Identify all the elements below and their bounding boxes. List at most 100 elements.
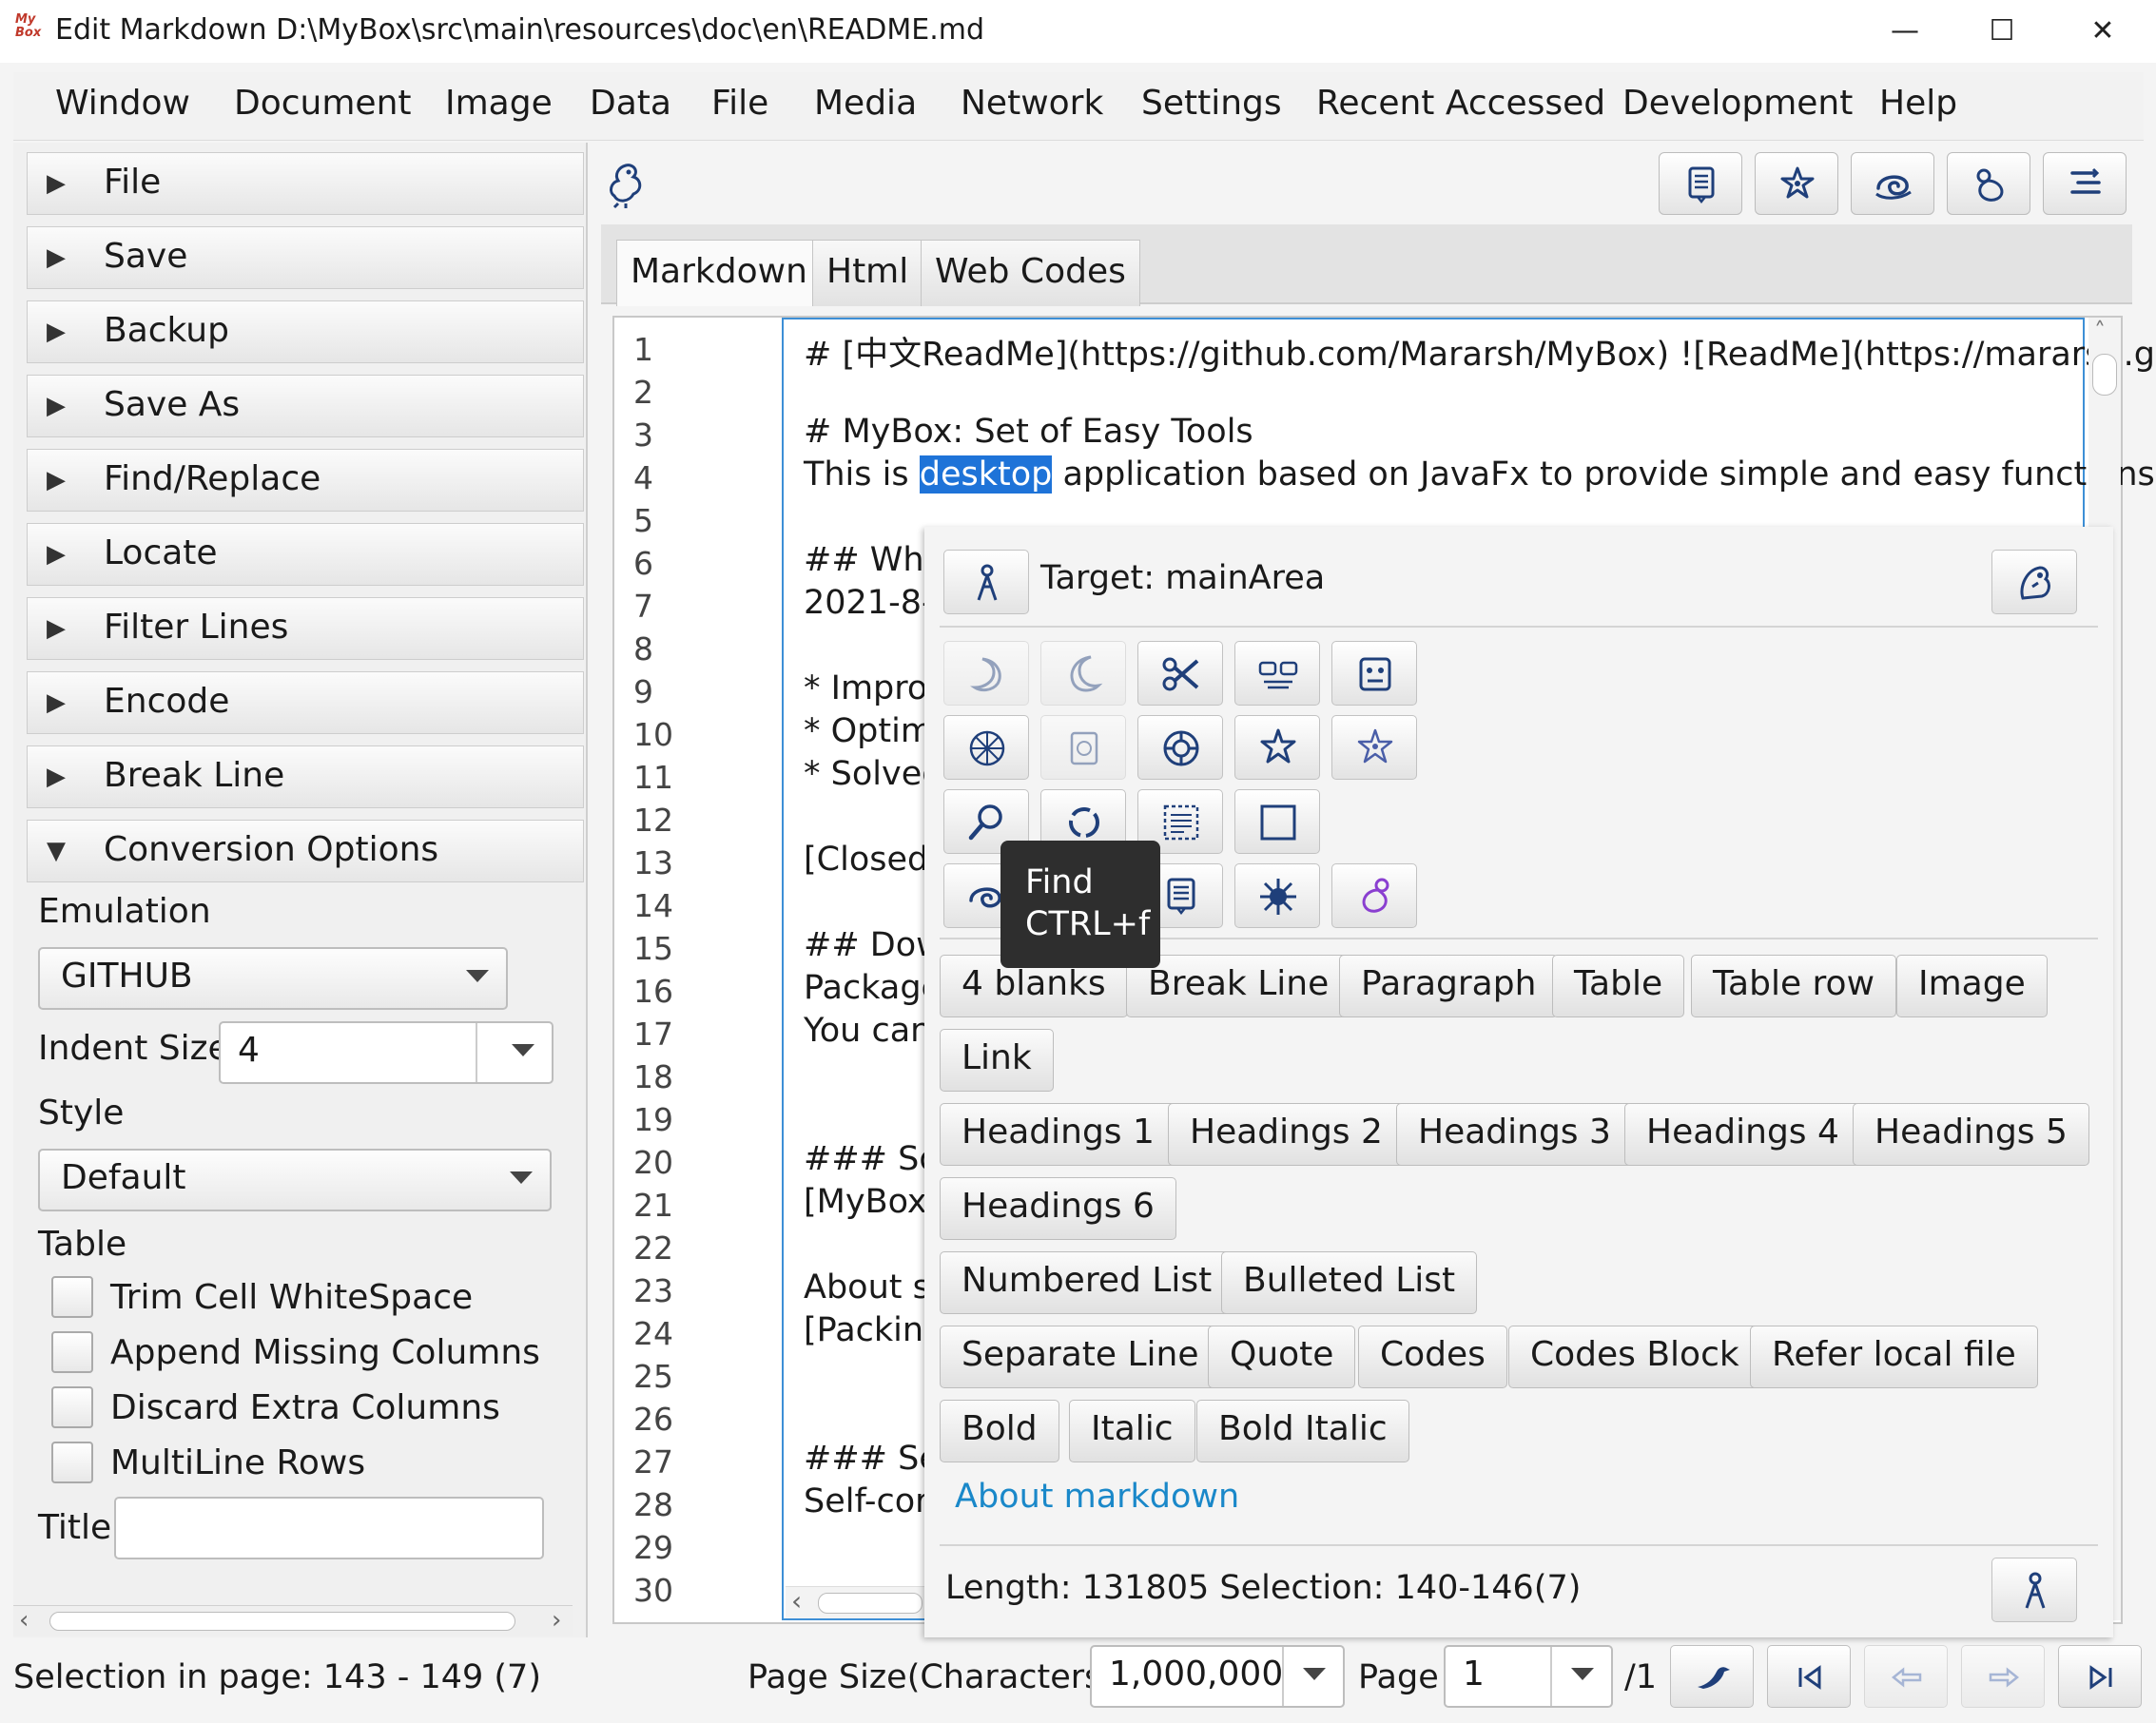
pin-button[interactable]: [943, 550, 1029, 614]
note-button[interactable]: [1659, 152, 1742, 215]
close-button[interactable]: ✕: [2079, 11, 2127, 49]
section-save-as[interactable]: ▶ Save As: [27, 375, 584, 437]
menu-data[interactable]: Data: [590, 84, 671, 123]
insert-paragraph-button[interactable]: Paragraph: [1339, 955, 1559, 1017]
section-conversion-options[interactable]: ▼ Conversion Options: [27, 820, 584, 882]
previous-page-button[interactable]: [1864, 1645, 1948, 1708]
page-combo[interactable]: 1: [1444, 1645, 1613, 1708]
flower-button[interactable]: [1755, 152, 1838, 215]
panel-button[interactable]: [2043, 152, 2127, 215]
section-locate[interactable]: ▶ Locate: [27, 523, 584, 586]
section-find-replace[interactable]: ▶ Find/Replace: [27, 449, 584, 512]
chevron-down-icon[interactable]: [512, 1044, 534, 1056]
numbered-list-button[interactable]: Numbered List: [940, 1251, 1234, 1314]
scroll-up-icon[interactable]: ˄: [2094, 318, 2106, 344]
append-missing-columns-checkbox[interactable]: [51, 1331, 93, 1373]
next-page-button[interactable]: [1961, 1645, 2045, 1708]
line-number: 8: [633, 630, 653, 668]
menu-document[interactable]: Document: [234, 84, 412, 123]
snowflake-button[interactable]: [1234, 863, 1320, 928]
trim-cell-whitespace-checkbox[interactable]: [51, 1276, 93, 1318]
scrollbar-thumb[interactable]: [49, 1612, 515, 1631]
minimize-button[interactable]: —: [1881, 11, 1929, 49]
codes-block-button[interactable]: Codes Block: [1508, 1326, 1761, 1388]
insert-image-button[interactable]: Image: [1896, 955, 2048, 1017]
gourd-button-2[interactable]: [1331, 863, 1417, 928]
menu-media[interactable]: Media: [814, 84, 917, 123]
scroll-left-icon[interactable]: ‹: [791, 1585, 802, 1617]
bold-button[interactable]: Bold: [940, 1400, 1059, 1462]
popup-menu-button[interactable]: [1991, 550, 2077, 614]
undo-button[interactable]: [943, 641, 1029, 706]
first-page-button[interactable]: [1767, 1645, 1851, 1708]
tab-markdown[interactable]: Markdown: [616, 240, 822, 306]
pin-button-bottom[interactable]: [1991, 1558, 2077, 1622]
bulleted-list-button[interactable]: Bulleted List: [1221, 1251, 1478, 1314]
spiral-button[interactable]: [1851, 152, 1934, 215]
scrollbar-thumb[interactable]: [2092, 354, 2117, 396]
redo-button[interactable]: [1040, 641, 1126, 706]
editor-horizontal-scrollbar[interactable]: ‹: [786, 1585, 924, 1618]
menu-image[interactable]: Image: [445, 84, 553, 123]
section-filter-lines[interactable]: ▶ Filter Lines: [27, 597, 584, 660]
menu-window[interactable]: Window: [55, 84, 190, 123]
discard-extra-columns-checkbox[interactable]: [51, 1386, 93, 1428]
headings-6-button[interactable]: Headings 6: [940, 1177, 1176, 1240]
style-select[interactable]: Default: [38, 1149, 552, 1211]
insert-table-button[interactable]: Table: [1552, 955, 1685, 1017]
gourd-button[interactable]: [1947, 152, 2030, 215]
section-save[interactable]: ▶ Save: [27, 226, 584, 289]
menu-file[interactable]: File: [711, 84, 768, 123]
codes-button[interactable]: Codes: [1358, 1326, 1507, 1388]
title-input[interactable]: [114, 1497, 544, 1559]
headings-4-button[interactable]: Headings 4: [1624, 1103, 1861, 1166]
paste-button[interactable]: [1331, 641, 1417, 706]
insert-break-line-button[interactable]: Break Line: [1126, 955, 1351, 1017]
headings-1-button[interactable]: Headings 1: [940, 1103, 1176, 1166]
tab-html[interactable]: Html: [812, 240, 923, 306]
indent-size-combo[interactable]: 4: [219, 1021, 554, 1084]
section-break-line[interactable]: ▶ Break Line: [27, 745, 584, 808]
scrollbar-thumb[interactable]: [818, 1593, 923, 1614]
chevron-down-icon[interactable]: [1571, 1668, 1594, 1680]
headings-5-button[interactable]: Headings 5: [1853, 1103, 2089, 1166]
select-none-button[interactable]: [1234, 789, 1320, 854]
last-page-button[interactable]: [2058, 1645, 2142, 1708]
insert-table-row-button[interactable]: Table row: [1691, 955, 1897, 1017]
menu-settings[interactable]: Settings: [1141, 84, 1282, 123]
emulation-select[interactable]: GITHUB: [38, 947, 508, 1010]
tab-web-codes[interactable]: Web Codes: [921, 240, 1140, 306]
section-encode[interactable]: ▶ Encode: [27, 671, 584, 734]
quote-button[interactable]: Quote: [1208, 1326, 1356, 1388]
chevron-down-icon[interactable]: [1303, 1668, 1326, 1680]
maximize-button[interactable]: ☐: [1978, 11, 2026, 49]
section-file[interactable]: ▶ File: [27, 152, 584, 215]
multiline-rows-checkbox[interactable]: [51, 1442, 93, 1483]
horizontal-scrollbar[interactable]: ‹ ›: [13, 1605, 573, 1636]
scroll-right-icon[interactable]: ›: [552, 1606, 561, 1635]
delete-button[interactable]: [1040, 715, 1126, 780]
star-flower-button[interactable]: [1331, 715, 1417, 780]
insert-link-button[interactable]: Link: [940, 1029, 1054, 1092]
cut-button[interactable]: [1137, 641, 1223, 706]
line-number: 9: [633, 673, 653, 710]
menu-help[interactable]: Help: [1879, 84, 1957, 123]
bold-italic-button[interactable]: Bold Italic: [1196, 1400, 1409, 1462]
menu-development[interactable]: Development: [1622, 84, 1853, 123]
clear-button[interactable]: [943, 715, 1029, 780]
headings-3-button[interactable]: Headings 3: [1396, 1103, 1633, 1166]
headings-2-button[interactable]: Headings 2: [1168, 1103, 1405, 1166]
flower-button-2[interactable]: [1234, 715, 1320, 780]
separate-line-button[interactable]: Separate Line: [940, 1326, 1221, 1388]
italic-button[interactable]: Italic: [1069, 1400, 1195, 1462]
menu-network[interactable]: Network: [961, 84, 1103, 123]
scroll-left-icon[interactable]: ‹: [19, 1606, 29, 1635]
section-backup[interactable]: ▶ Backup: [27, 300, 584, 363]
select-all-button[interactable]: [1137, 715, 1223, 780]
go-page-button[interactable]: [1670, 1645, 1754, 1708]
page-size-combo[interactable]: 1,000,000: [1090, 1645, 1345, 1708]
about-markdown-link[interactable]: About markdown: [955, 1478, 1239, 1516]
refer-local-file-button[interactable]: Refer local file: [1750, 1326, 2038, 1388]
menu-recent-accessed[interactable]: Recent Accessed: [1316, 84, 1605, 123]
copy-button[interactable]: [1234, 641, 1320, 706]
